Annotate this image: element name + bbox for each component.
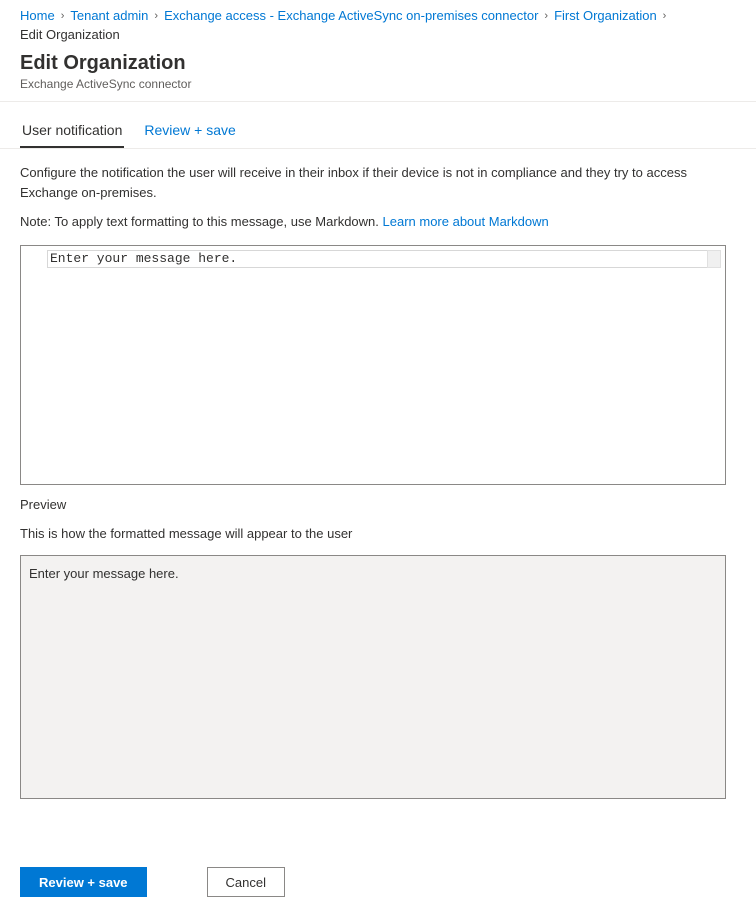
page-header: Edit Organization Exchange ActiveSync co… — [0, 48, 756, 101]
description-text: Configure the notification the user will… — [20, 163, 736, 202]
chevron-right-icon: › — [61, 10, 65, 22]
breadcrumb-first-organization[interactable]: First Organization — [554, 8, 657, 23]
page-title: Edit Organization — [20, 52, 736, 75]
tab-bar: User notification Review + save — [0, 102, 756, 148]
chevron-right-icon: › — [663, 10, 667, 22]
page-subtitle: Exchange ActiveSync connector — [20, 77, 736, 91]
note-text: Note: To apply text formatting to this m… — [20, 214, 736, 229]
breadcrumb-tenant-admin[interactable]: Tenant admin — [70, 8, 148, 23]
learn-more-link[interactable]: Learn more about Markdown — [383, 214, 549, 229]
chevron-right-icon: › — [154, 10, 158, 22]
breadcrumb-current: Edit Organization — [20, 27, 120, 42]
preview-content: Enter your message here. — [29, 566, 179, 581]
preview-label: Preview — [20, 497, 736, 512]
footer-actions: Review + save Cancel — [0, 855, 756, 911]
breadcrumb: Home › Tenant admin › Exchange access - … — [0, 0, 756, 48]
preview-subtext: This is how the formatted message will a… — [20, 526, 736, 541]
breadcrumb-home[interactable]: Home — [20, 8, 55, 23]
tab-user-notification[interactable]: User notification — [20, 118, 124, 148]
message-textarea[interactable]: Enter your message here. — [20, 245, 726, 485]
main-content: Configure the notification the user will… — [0, 149, 756, 799]
cancel-button[interactable]: Cancel — [207, 867, 285, 897]
chevron-right-icon: › — [544, 10, 548, 22]
review-save-button[interactable]: Review + save — [20, 867, 147, 897]
scrollbar-corner — [707, 250, 721, 268]
breadcrumb-exchange-access[interactable]: Exchange access - Exchange ActiveSync on… — [164, 8, 538, 23]
message-textarea-input[interactable]: Enter your message here. — [47, 250, 707, 268]
tab-review-save[interactable]: Review + save — [142, 118, 237, 148]
preview-box: Enter your message here. — [20, 555, 726, 799]
note-prefix: Note: To apply text formatting to this m… — [20, 214, 383, 229]
